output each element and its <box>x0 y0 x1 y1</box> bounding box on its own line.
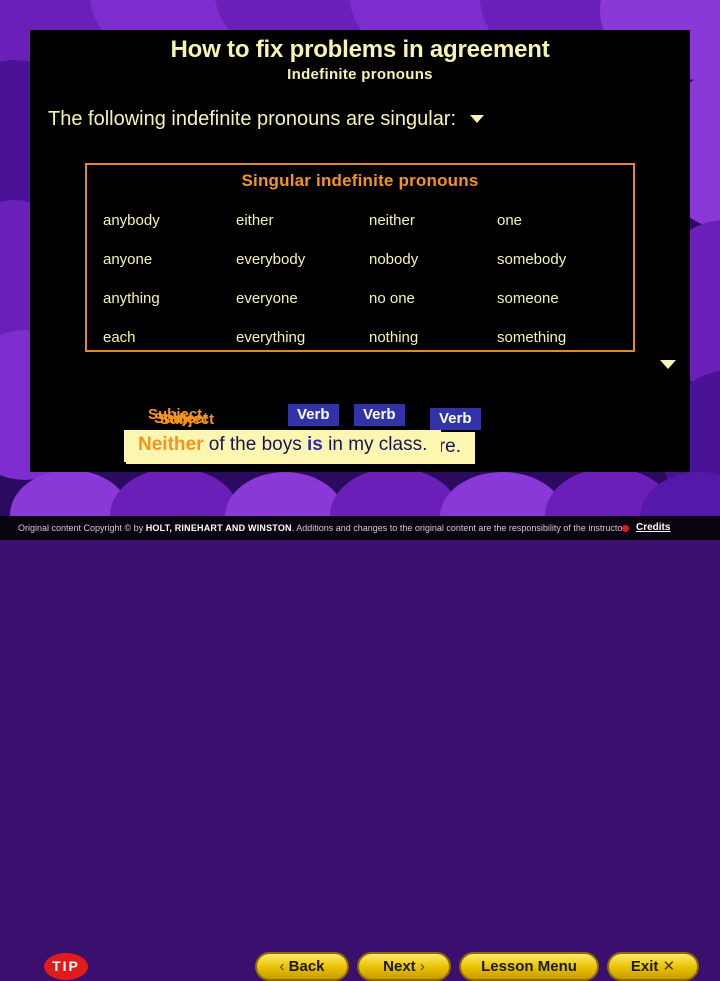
credits-link[interactable]: Credits <box>636 516 670 540</box>
table-cell: someone <box>497 290 559 307</box>
back-button[interactable]: ‹ Back <box>255 952 349 981</box>
verb-label: Verb <box>430 408 481 430</box>
table-cell: anyone <box>103 251 153 268</box>
page-subtitle: Indefinite pronouns <box>287 66 433 83</box>
pronoun-grid: anybody either neither one anyone everyb… <box>103 201 621 357</box>
chevron-right-icon: › <box>419 958 425 975</box>
table-cell: nobody <box>369 251 419 268</box>
close-icon: ✕ <box>662 958 676 975</box>
pronoun-table: Singular indefinite pronouns anybody eit… <box>85 163 635 352</box>
example-verb-word: is <box>306 434 323 455</box>
bottom-toolbar: TIP ‹ Back Next › Lesson Menu Exit ✕ <box>0 472 720 981</box>
verb-label: Verb <box>354 404 405 426</box>
table-cell: somebody <box>497 251 567 268</box>
table-cell: nothing <box>369 329 419 346</box>
exit-button-label: Exit <box>630 958 659 975</box>
copyright-pre: Original content Copyright © by <box>18 523 146 533</box>
example-sentence-middle: of the boys <box>203 434 307 455</box>
lesson-menu-button[interactable]: Lesson Menu <box>459 952 599 981</box>
table-cell: everybody <box>236 251 306 268</box>
table-cell: neither <box>369 212 415 229</box>
next-button[interactable]: Next › <box>357 952 451 981</box>
tip-button[interactable]: TIP <box>44 953 88 980</box>
chevron-left-icon: ‹ <box>279 958 285 975</box>
verb-label: Verb <box>288 404 339 426</box>
exit-button[interactable]: Exit ✕ <box>607 952 699 981</box>
example-sentence-stack: Subject Subject Subject Verb Verb Verb N… <box>30 370 690 464</box>
chevron-down-icon-secondary[interactable] <box>660 360 676 369</box>
example-sentence-tail: in my class. <box>322 434 428 455</box>
table-cell: either <box>236 212 274 229</box>
footer-bar: Original content Copyright © by HOLT, RI… <box>0 516 720 540</box>
table-cell: everything <box>236 329 306 346</box>
pronoun-table-heading: Singular indefinite pronouns <box>241 171 479 190</box>
back-button-label: Back <box>288 958 325 975</box>
table-cell: each <box>103 329 136 346</box>
table-cell: one <box>497 212 523 229</box>
lead-text-label: The following indefinite pronouns are si… <box>48 108 457 130</box>
next-button-label: Next <box>383 958 416 975</box>
page-title: How to fix problems in agreement <box>170 36 550 63</box>
copyright-text: Original content Copyright © by HOLT, RI… <box>18 516 627 540</box>
example-subject-word: Neither <box>138 434 204 455</box>
table-cell: everyone <box>236 290 298 307</box>
lead-text: The following indefinite pronouns are si… <box>48 108 485 131</box>
table-cell: anybody <box>103 212 160 229</box>
copyright-post: . Additions and changes to the original … <box>291 523 628 533</box>
publisher-name: HOLT, RINEHART AND WINSTON <box>145 523 292 533</box>
lesson-menu-button-label: Lesson Menu <box>481 958 577 975</box>
table-cell: anything <box>103 290 160 307</box>
chevron-down-icon[interactable] <box>470 114 485 123</box>
subject-label: Subject <box>160 411 215 428</box>
example-sentence: Neither of the boys is in my class. <box>124 430 442 462</box>
slide-panel: How to fix problems in agreement Indefin… <box>30 30 690 472</box>
credits-bullet-icon <box>622 525 629 532</box>
table-cell: something <box>497 329 567 346</box>
table-cell: no one <box>369 290 415 307</box>
